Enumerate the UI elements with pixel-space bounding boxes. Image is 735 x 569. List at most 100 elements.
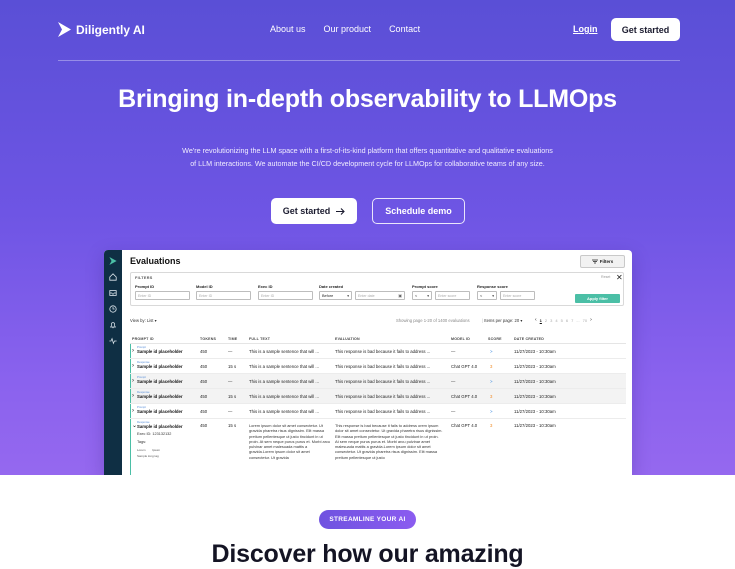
response-score-operator[interactable]: < ▾ (477, 291, 497, 300)
get-started-button[interactable]: Get started (271, 198, 357, 224)
col-time[interactable]: TIME (228, 337, 237, 341)
col-model-id[interactable]: MODEL ID (451, 337, 470, 341)
col-full-text[interactable]: FULL TEXT (249, 337, 270, 341)
prompt-score-input[interactable]: Enter score (435, 291, 470, 300)
nav-link-product[interactable]: Our product (324, 24, 372, 34)
apply-filter-button[interactable]: Apply filter (575, 294, 620, 303)
section-badge: STREAMLINE YOUR AI (319, 510, 416, 529)
inbox-icon (109, 290, 117, 296)
col-tokens[interactable]: TOKENS (200, 337, 216, 341)
page-last[interactable]: 70 (583, 318, 587, 323)
cell-time: 15 s (228, 423, 237, 428)
brand-name: Diligently AI (76, 22, 145, 37)
reset-filters-link[interactable]: Reset (601, 275, 610, 279)
row-name: Sample id placeholder (137, 379, 183, 384)
cell-time: — (228, 379, 233, 384)
tag-item[interactable]: Lorem (137, 448, 146, 452)
cell-date: 11/27/2023 - 10:30am (514, 349, 556, 354)
chevron-right-icon[interactable]: › (132, 348, 134, 354)
date-created-filter: Date created Before ▾ Enter date ▣ (319, 284, 405, 300)
nav-link-contact[interactable]: Contact (389, 24, 420, 34)
filter-icon (591, 259, 598, 264)
nav-get-started-button[interactable]: Get started (611, 18, 680, 41)
page-2[interactable]: 2 (545, 318, 547, 323)
page-7[interactable]: 7 (571, 318, 573, 323)
pagination: ‹ 1 2 3 4 5 6 7 ... 70 › (535, 317, 592, 323)
cell-score: 3 (490, 423, 493, 428)
page-3[interactable]: 3 (550, 318, 552, 323)
cell-tokens: 450 (200, 394, 208, 399)
sidebar-logo[interactable] (107, 255, 119, 267)
col-score[interactable]: SCORE (488, 337, 502, 341)
chevron-right-icon[interactable]: › (132, 363, 134, 369)
model-id-filter: Model ID Enter ID (196, 284, 251, 300)
date-mode-select[interactable]: Before ▾ (319, 291, 352, 300)
table-row[interactable]: › Prompt Sample id placeholder 450 — This is … (130, 404, 626, 419)
cell-tokens: 450 (200, 349, 208, 354)
sidebar-history[interactable] (107, 303, 119, 315)
close-icon[interactable]: ✕ (616, 273, 623, 282)
row-id: Prompt Sample id placeholder (137, 405, 183, 414)
cell-evaluation: This response is bad because it fails to… (335, 423, 443, 460)
exec-id-input[interactable]: Enter ID (258, 291, 313, 300)
page-6[interactable]: 6 (566, 318, 568, 323)
col-date-created[interactable]: DATE CREATED (514, 337, 544, 341)
row-name: Sample id placeholder (137, 409, 183, 414)
expanded-row-id: Response Sample id placeholder (137, 420, 183, 429)
page-5[interactable]: 5 (561, 318, 563, 323)
app-sidebar (104, 250, 122, 475)
sidebar-activity[interactable] (107, 335, 119, 347)
page-4[interactable]: 4 (555, 318, 557, 323)
chevron-right-icon[interactable]: › (132, 378, 134, 384)
chevron-down-icon: ▾ (520, 318, 523, 323)
model-id-input[interactable]: Enter ID (196, 291, 251, 300)
nav-links: About us Our product Contact (270, 24, 420, 34)
activity-icon (109, 337, 117, 345)
tag-item[interactable]: Sample long tag (137, 454, 159, 458)
next-page-button[interactable]: › (590, 317, 592, 323)
table-row[interactable]: › Response Sample id placeholder 450 15 s Thi… (130, 359, 626, 374)
cell-score: 3 (490, 364, 493, 369)
prompt-id-filter: Prompt ID Enter ID (135, 284, 190, 300)
table-row[interactable]: › Prompt Sample id placeholder 450 — This is … (130, 374, 626, 389)
cell-full-text: This is a sample sentence that will ... (249, 409, 319, 414)
page-ellipsis: ... (576, 317, 580, 323)
chevron-right-icon[interactable]: › (132, 408, 134, 414)
clock-icon (109, 305, 117, 313)
chevron-down-icon: ▾ (492, 293, 494, 298)
brand-logo[interactable]: Diligently AI (58, 22, 145, 37)
page-1[interactable]: 1 (540, 318, 542, 323)
response-score-input[interactable]: Enter score (500, 291, 535, 300)
items-per-page-select[interactable]: | Items per page: 20 ▾ (482, 318, 522, 323)
sidebar-home[interactable] (107, 271, 119, 283)
cell-evaluation: This response is bad because it fails to… (335, 394, 431, 399)
prompt-score-operator[interactable]: < ▾ (412, 291, 432, 300)
tag-item[interactable]: Ipsum (152, 448, 160, 452)
col-prompt-id[interactable]: PROMPT ID (132, 337, 154, 341)
nav-link-about[interactable]: About us (270, 24, 306, 34)
response-score-label: Response score (477, 284, 508, 289)
view-by-label: View by: List (130, 318, 154, 323)
get-started-label: Get started (282, 206, 331, 216)
schedule-demo-button[interactable]: Schedule demo (372, 198, 465, 224)
col-evaluation[interactable]: EVALUATION (335, 337, 360, 341)
login-link[interactable]: Login (573, 24, 598, 34)
logo-arrow-icon (109, 257, 117, 265)
table-row[interactable]: › Prompt Sample id placeholder 450 — This is … (130, 344, 626, 359)
prompt-score-filter: Prompt score < ▾ Enter score (412, 284, 470, 300)
arrow-right-icon (336, 207, 346, 215)
filters-button[interactable]: Filters (580, 255, 625, 268)
date-input[interactable]: Enter date ▣ (355, 291, 405, 300)
table-row[interactable]: › Response Sample id placeholder 450 15 s Thi… (130, 389, 626, 404)
cell-full-text: This is a sample sentence that will ... (249, 394, 319, 399)
sidebar-notifications[interactable] (107, 319, 119, 331)
table-row-expanded[interactable]: ⌄ Response Sample id placeholder Exec ID… (130, 419, 626, 475)
sidebar-inbox[interactable] (107, 287, 119, 299)
chevron-right-icon[interactable]: › (132, 393, 134, 399)
cell-time: 15 s (228, 394, 237, 399)
view-by-select[interactable]: View by: List ▾ (130, 318, 157, 323)
cell-model-id: — (451, 379, 456, 384)
prompt-id-input[interactable]: Enter ID (135, 291, 190, 300)
cell-tokens: 450 (200, 379, 208, 384)
prev-page-button[interactable]: ‹ (535, 317, 537, 323)
